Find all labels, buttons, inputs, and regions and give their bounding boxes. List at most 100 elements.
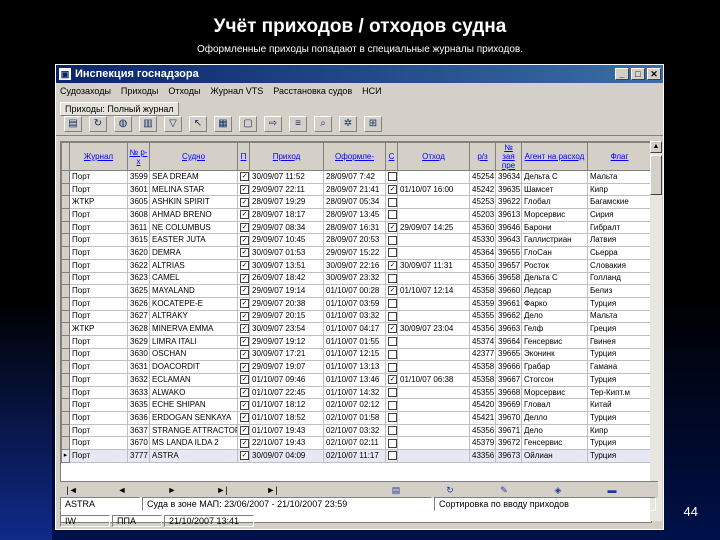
table-cell[interactable]: STRANGE ATTRACTOR xyxy=(149,423,238,438)
table-cell[interactable]: 01/10/07 06:38 xyxy=(397,373,470,387)
unchecked-checkbox[interactable] xyxy=(388,337,397,347)
table-cell-checkbox[interactable] xyxy=(385,334,398,349)
table-cell[interactable]: 02/10/07 03:32 xyxy=(323,423,386,438)
column-header[interactable]: Оформле- xyxy=(323,142,386,171)
table-cell[interactable]: Морсервис xyxy=(521,385,588,400)
table-cell-checkbox[interactable]: ✓ xyxy=(237,220,250,235)
table-cell[interactable]: MINERVA EMMA xyxy=(149,322,238,336)
table-cell[interactable]: 26/09/07 18:42 xyxy=(249,271,324,286)
table-row[interactable]: Порт 3601 MELINA STAR ✓ 29/09/07 22:11 28/09/… xyxy=(61,182,651,197)
checked-checkbox[interactable]: ✓ xyxy=(388,286,397,296)
table-cell[interactable]: 01/10/07 13:13 xyxy=(323,360,386,374)
table-cell[interactable]: 01/10/07 01:55 xyxy=(323,334,386,349)
table-cell[interactable]: Белиз xyxy=(587,284,651,298)
table-cell[interactable]: MELINA STAR xyxy=(149,182,238,197)
table-cell[interactable]: Турция xyxy=(587,296,651,311)
close-button[interactable]: ✕ xyxy=(647,68,661,80)
row-indicator[interactable] xyxy=(61,208,70,222)
table-cell[interactable] xyxy=(397,436,470,451)
table-row[interactable]: Порт 3623 CAMEL ✓ 26/09/07 18:42 30/09/07 23:… xyxy=(61,271,651,286)
table-cell[interactable]: 39670 xyxy=(495,411,522,425)
checked-checkbox[interactable]: ✓ xyxy=(240,184,249,194)
vertical-scrollbar[interactable]: ▲ xyxy=(650,141,662,521)
table-cell[interactable]: Порт xyxy=(69,246,128,260)
table-cell[interactable]: 42377 xyxy=(469,347,496,362)
table-cell[interactable]: 3620 xyxy=(127,246,150,260)
table-cell[interactable]: 29/09/07 10:45 xyxy=(249,233,324,248)
table-row[interactable]: ▸ Порт 3777 ASTRA ✓ 30/09/07 04:09 02/10/07 11… xyxy=(61,449,651,463)
column-header[interactable]: Приход xyxy=(249,142,324,171)
table-cell[interactable]: 01/10/07 12:15 xyxy=(323,347,386,362)
table-cell[interactable]: 02/10/07 11:17 xyxy=(323,449,386,463)
table-cell[interactable]: Дельта С xyxy=(521,271,588,286)
table-cell[interactable]: Делло xyxy=(521,411,588,425)
table-row[interactable]: Порт 3630 OSCHAN ✓ 30/09/07 17:21 01/10/07 12… xyxy=(61,347,651,362)
table-cell[interactable]: 29/09/07 19:07 xyxy=(249,360,324,374)
table-cell-checkbox[interactable] xyxy=(385,398,398,413)
column-header[interactable]: Агент на расход xyxy=(521,142,588,171)
table-cell[interactable]: 3632 xyxy=(127,373,150,387)
table-cell-checkbox[interactable] xyxy=(385,170,398,184)
print-icon[interactable]: ▥ xyxy=(139,116,157,132)
delete-icon[interactable]: ▬ xyxy=(604,484,620,496)
table-cell[interactable]: Порт xyxy=(69,398,128,413)
tab-full-journal[interactable]: Приходы: Полный журнал xyxy=(60,102,179,116)
filter-icon[interactable]: ▽ xyxy=(164,116,182,132)
table-cell[interactable]: Турция xyxy=(587,373,651,387)
menu-item-prihody[interactable]: Приходы xyxy=(121,86,158,96)
list-icon[interactable]: ≡ xyxy=(289,116,307,132)
table-cell-checkbox[interactable] xyxy=(385,436,398,451)
menu-item-nsi[interactable]: НСИ xyxy=(362,86,381,96)
checked-checkbox[interactable]: ✓ xyxy=(240,400,249,410)
table-cell[interactable]: 39673 xyxy=(495,449,522,463)
table-cell[interactable]: 45356 xyxy=(469,423,496,438)
checked-checkbox[interactable]: ✓ xyxy=(240,375,249,385)
row-indicator[interactable] xyxy=(61,258,70,273)
table-cell[interactable]: 28/09/07 05:34 xyxy=(323,195,386,210)
column-header[interactable]: Флаг xyxy=(587,142,651,171)
table-cell[interactable]: 39661 xyxy=(495,296,522,311)
table-cell-checkbox[interactable]: ✓ xyxy=(237,322,250,336)
maximize-button[interactable]: □ xyxy=(631,68,645,80)
row-indicator[interactable] xyxy=(61,385,70,400)
export-icon[interactable]: ⇨ xyxy=(264,116,282,132)
table-cell[interactable]: Порт xyxy=(69,271,128,286)
table-cell[interactable]: Дело xyxy=(521,309,588,324)
table-cell[interactable]: 22/10/07 19:43 xyxy=(249,436,324,451)
table-cell[interactable]: 30/09/07 04:09 xyxy=(249,449,324,463)
table-row[interactable]: Порт 3636 ERDOGAN SENKAYA ✓ 01/10/07 18:52 02… xyxy=(61,411,651,425)
row-indicator[interactable]: ▸ xyxy=(61,449,70,463)
nav-prev-button[interactable]: ◄ xyxy=(110,485,134,495)
nav-last-button[interactable]: ►| xyxy=(260,485,284,495)
table-row[interactable]: Порт 3620 DEMRA ✓ 30/09/07 01:53 29/09/07 15:… xyxy=(61,246,651,260)
table-cell[interactable]: 3605 xyxy=(127,195,150,210)
checked-checkbox[interactable]: ✓ xyxy=(240,248,249,258)
table-cell[interactable]: 29/09/07 20:15 xyxy=(249,309,324,324)
table-row[interactable]: Порт 3631 DOACORDIT ✓ 29/09/07 19:07 01/10/07… xyxy=(61,360,651,374)
checked-checkbox[interactable]: ✓ xyxy=(240,387,249,397)
table-cell[interactable]: ЖТКР xyxy=(69,195,128,210)
table-cell[interactable]: 39672 xyxy=(495,436,522,451)
table-row[interactable]: Порт 3629 LIMRA ITALI ✓ 29/09/07 19:12 01/10/… xyxy=(61,334,651,349)
table-cell[interactable]: 29/09/07 22:11 xyxy=(249,182,324,197)
table-cell[interactable]: Порт xyxy=(69,347,128,362)
table-cell-checkbox[interactable]: ✓ xyxy=(237,423,250,438)
row-indicator[interactable] xyxy=(61,246,70,260)
table-cell[interactable]: 30/09/07 11:52 xyxy=(249,170,324,184)
table-cell-checkbox[interactable]: ✓ xyxy=(237,360,250,374)
table-cell[interactable] xyxy=(397,296,470,311)
table-cell[interactable]: 29/09/07 19:12 xyxy=(249,334,324,349)
table-cell[interactable]: 3636 xyxy=(127,411,150,425)
table-cell-checkbox[interactable] xyxy=(385,360,398,374)
table-cell[interactable]: 3630 xyxy=(127,347,150,362)
column-header[interactable]: № зая пре xyxy=(495,142,522,171)
unchecked-checkbox[interactable] xyxy=(388,425,397,435)
table-cell[interactable]: Турция xyxy=(587,411,651,425)
checked-checkbox[interactable]: ✓ xyxy=(240,349,249,359)
table-cell[interactable]: 29/09/07 20:38 xyxy=(249,296,324,311)
table-cell[interactable] xyxy=(397,246,470,260)
table-cell[interactable] xyxy=(397,309,470,324)
table-cell-checkbox[interactable]: ✓ xyxy=(237,208,250,222)
table-cell[interactable]: MS LANDA ILDA 2 xyxy=(149,436,238,451)
table-cell[interactable]: Кипр xyxy=(587,182,651,197)
